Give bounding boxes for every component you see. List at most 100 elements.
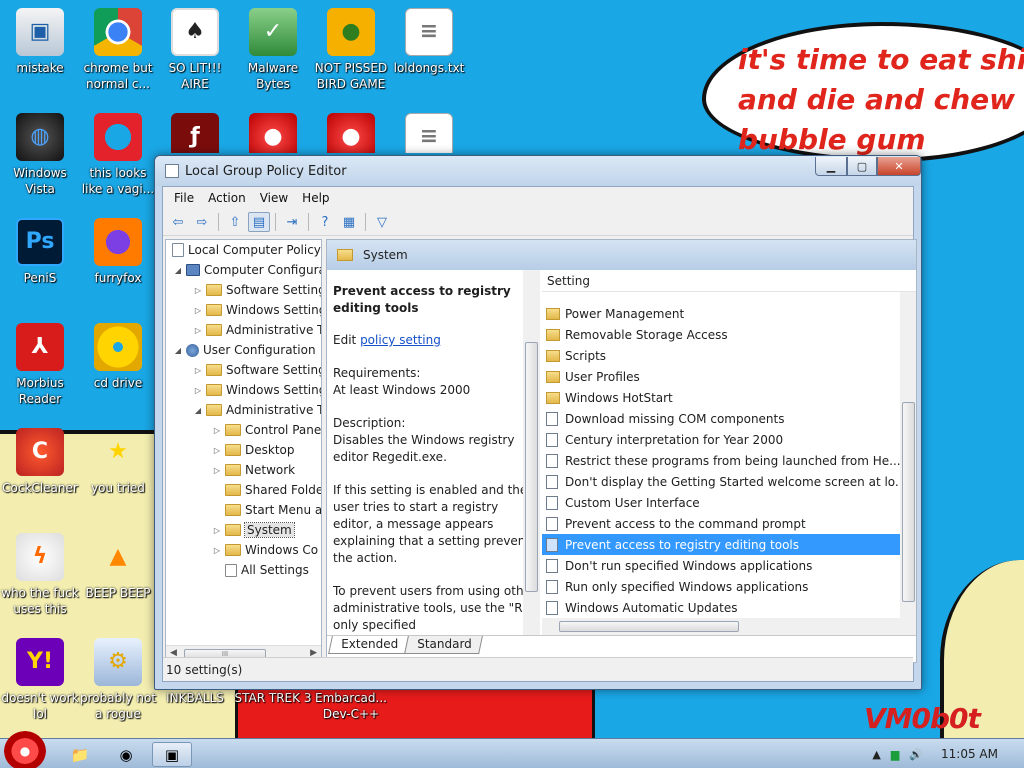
desktop-icon-rogue[interactable]: ⚙ probably not a rogue xyxy=(78,638,158,722)
list-item[interactable]: Windows Automatic Updates xyxy=(542,597,900,618)
expand-arrow-icon[interactable]: ▷ xyxy=(192,286,204,295)
tree-item-user-administrative-templates[interactable]: ◢ Administrative Te xyxy=(192,400,321,420)
taskbar-explorer[interactable]: 📁 xyxy=(60,742,100,767)
desktop-icon-dev-cpp[interactable]: Embarcad... Dev-C++ xyxy=(311,690,391,722)
tab-standard[interactable]: Standard xyxy=(404,636,483,654)
tree-item-windows-settings[interactable]: ▷ Windows Setting xyxy=(192,300,321,320)
close-button[interactable]: ✕ xyxy=(877,157,921,176)
tree-item-desktop[interactable]: ▷ Desktop xyxy=(211,440,295,460)
maximize-button[interactable]: ▢ xyxy=(847,157,877,176)
tree-item-start-menu[interactable]: Start Menu ar xyxy=(211,500,321,520)
expand-arrow-icon[interactable]: ▷ xyxy=(211,426,223,435)
help-icon[interactable]: ? xyxy=(314,212,336,232)
taskbar-group-policy[interactable]: ▣ xyxy=(152,742,192,767)
expand-arrow-icon[interactable]: ▷ xyxy=(192,386,204,395)
desktop-icon-chrome[interactable]: chrome but normal c... xyxy=(78,8,158,92)
filter-icon[interactable]: ▽ xyxy=(371,212,393,232)
start-button[interactable]: ● xyxy=(4,731,46,768)
list-item[interactable]: Don't display the Getting Started welcom… xyxy=(542,471,900,492)
tree-item-local-computer-policy[interactable]: Local Computer Policy xyxy=(170,240,321,260)
tree-item-software-settings[interactable]: ▷ Software Setting xyxy=(192,280,321,300)
desktop-icon-ccleaner[interactable]: C CockCleaner xyxy=(0,428,80,496)
list-item[interactable]: Scripts xyxy=(542,345,900,366)
scrollbar-thumb[interactable] xyxy=(525,342,538,592)
menu-view[interactable]: View xyxy=(253,191,295,205)
volume-icon[interactable]: 🔊 xyxy=(909,748,923,761)
list-item[interactable]: Download missing COM components xyxy=(542,408,900,429)
desktop-icon-opera[interactable]: this looks like a vagi... xyxy=(78,113,158,197)
scrollbar-thumb[interactable] xyxy=(902,402,915,602)
desktop-icon-lightning[interactable]: ϟ who the fuck uses this xyxy=(0,533,80,617)
clock[interactable]: 11:05 AM xyxy=(941,747,998,761)
tree-item-system[interactable]: ▷ System xyxy=(211,520,295,540)
desktop-icon-angry-bird-1[interactable]: ● xyxy=(233,113,313,153)
description-scrollbar[interactable] xyxy=(523,270,540,635)
list-item[interactable]: Power Management xyxy=(542,303,900,324)
collapse-arrow-icon[interactable]: ◢ xyxy=(192,406,204,415)
list-item[interactable]: User Profiles xyxy=(542,366,900,387)
desktop-icon-inkballs[interactable]: INKBALLS xyxy=(155,690,235,706)
tree-item-user-windows-settings[interactable]: ▷ Windows Setting xyxy=(192,380,321,400)
desktop-icon-solitaire[interactable]: ♠ SO LIT!!! AIRE xyxy=(155,8,235,92)
desktop-icon-flash[interactable]: ƒ xyxy=(155,113,235,153)
list-item[interactable]: Don't run specified Windows applications xyxy=(542,555,900,576)
tree-item-user-software-settings[interactable]: ▷ Software Setting xyxy=(192,360,321,380)
tree-item-administrative-templates[interactable]: ▷ Administrative Te xyxy=(192,320,321,340)
tree-item-user-configuration[interactable]: ◢ User Configuration xyxy=(172,340,316,360)
tree-item-windows-components[interactable]: ▷ Windows Co xyxy=(211,540,318,560)
desktop-icon-you-tried[interactable]: ★ you tried xyxy=(78,428,158,496)
list-horizontal-scrollbar[interactable] xyxy=(542,618,916,635)
desktop-icon-star-trek[interactable]: STAR TREK 3 xyxy=(233,690,313,706)
list-item[interactable]: Removable Storage Access xyxy=(542,324,900,345)
forward-icon[interactable]: ⇨ xyxy=(191,212,213,232)
expand-arrow-icon[interactable]: ▷ xyxy=(211,546,223,555)
expand-arrow-icon[interactable]: ▷ xyxy=(192,326,204,335)
collapse-arrow-icon[interactable]: ◢ xyxy=(172,266,184,275)
tree-item-shared-folders[interactable]: Shared Folde xyxy=(211,480,321,500)
properties-icon[interactable]: ▦ xyxy=(338,212,360,232)
tree-item-computer-configuration[interactable]: ◢ Computer Configura xyxy=(172,260,321,280)
list-item[interactable]: Windows HotStart xyxy=(542,387,900,408)
title-bar[interactable]: Local Group Policy Editor ▁ ▢ ✕ xyxy=(155,156,921,186)
list-column-header[interactable]: Setting xyxy=(542,270,916,292)
expand-arrow-icon[interactable]: ▷ xyxy=(211,526,223,535)
desktop-icon-cd-drive[interactable]: cd drive xyxy=(78,323,158,391)
scrollbar-thumb[interactable] xyxy=(559,621,739,632)
desktop-icon-vista[interactable]: ◍ Windows Vista xyxy=(0,113,80,197)
menu-action[interactable]: Action xyxy=(201,191,253,205)
list-item[interactable]: Restrict these programs from being launc… xyxy=(542,450,900,471)
desktop-icon-yahoo[interactable]: Y! doesn't work lol xyxy=(0,638,80,722)
collapse-arrow-icon[interactable]: ◢ xyxy=(172,346,184,355)
tree-item-control-panel[interactable]: ▷ Control Pane xyxy=(211,420,321,440)
desktop-icon-angry-bird-2[interactable]: ● xyxy=(311,113,391,153)
network-icon[interactable]: ▆ xyxy=(891,748,899,761)
export-list-icon[interactable]: ⇥ xyxy=(281,212,303,232)
desktop-icon-pdf-reader[interactable]: ⅄ Morbius Reader xyxy=(0,323,80,407)
list-vertical-scrollbar[interactable] xyxy=(900,292,916,618)
list-item[interactable]: Century interpretation for Year 2000 xyxy=(542,429,900,450)
show-hidden-icons[interactable]: ▲ xyxy=(872,748,880,761)
list-item[interactable]: Custom User Interface xyxy=(542,492,900,513)
minimize-button[interactable]: ▁ xyxy=(815,157,847,176)
back-icon[interactable]: ⇦ xyxy=(167,212,189,232)
expand-arrow-icon[interactable]: ▷ xyxy=(192,306,204,315)
expand-arrow-icon[interactable]: ▷ xyxy=(192,366,204,375)
list-item[interactable]: Run only specified Windows applications xyxy=(542,576,900,597)
desktop-icon-photoshop[interactable]: Ps PeniS xyxy=(0,218,80,286)
desktop-icon-firefox[interactable]: furryfox xyxy=(78,218,158,286)
desktop-icon-bird-game[interactable]: ● NOT PISSED BIRD GAME xyxy=(311,8,391,92)
desktop-icon-document[interactable]: ≡ xyxy=(389,113,469,153)
tree-item-all-settings[interactable]: All Settings xyxy=(211,560,309,580)
taskbar-chrome[interactable]: ◉ xyxy=(106,742,146,767)
tree-item-network[interactable]: ▷ Network xyxy=(211,460,295,480)
list-item-selected[interactable]: Prevent access to registry editing tools xyxy=(542,534,900,555)
desktop-icon-loldongs[interactable]: ≡ loldongs.txt xyxy=(389,8,469,76)
list-item[interactable]: Prevent access to the command prompt xyxy=(542,513,900,534)
up-folder-icon[interactable]: ⇧ xyxy=(224,212,246,232)
tab-extended[interactable]: Extended xyxy=(328,636,409,654)
menu-file[interactable]: File xyxy=(167,191,201,205)
expand-arrow-icon[interactable]: ▷ xyxy=(211,466,223,475)
edit-policy-link[interactable]: policy setting xyxy=(360,333,441,347)
show-hide-tree-icon[interactable]: ▤ xyxy=(248,212,270,232)
desktop-icon-vlc[interactable]: ▲ BEEP BEEP xyxy=(78,533,158,601)
